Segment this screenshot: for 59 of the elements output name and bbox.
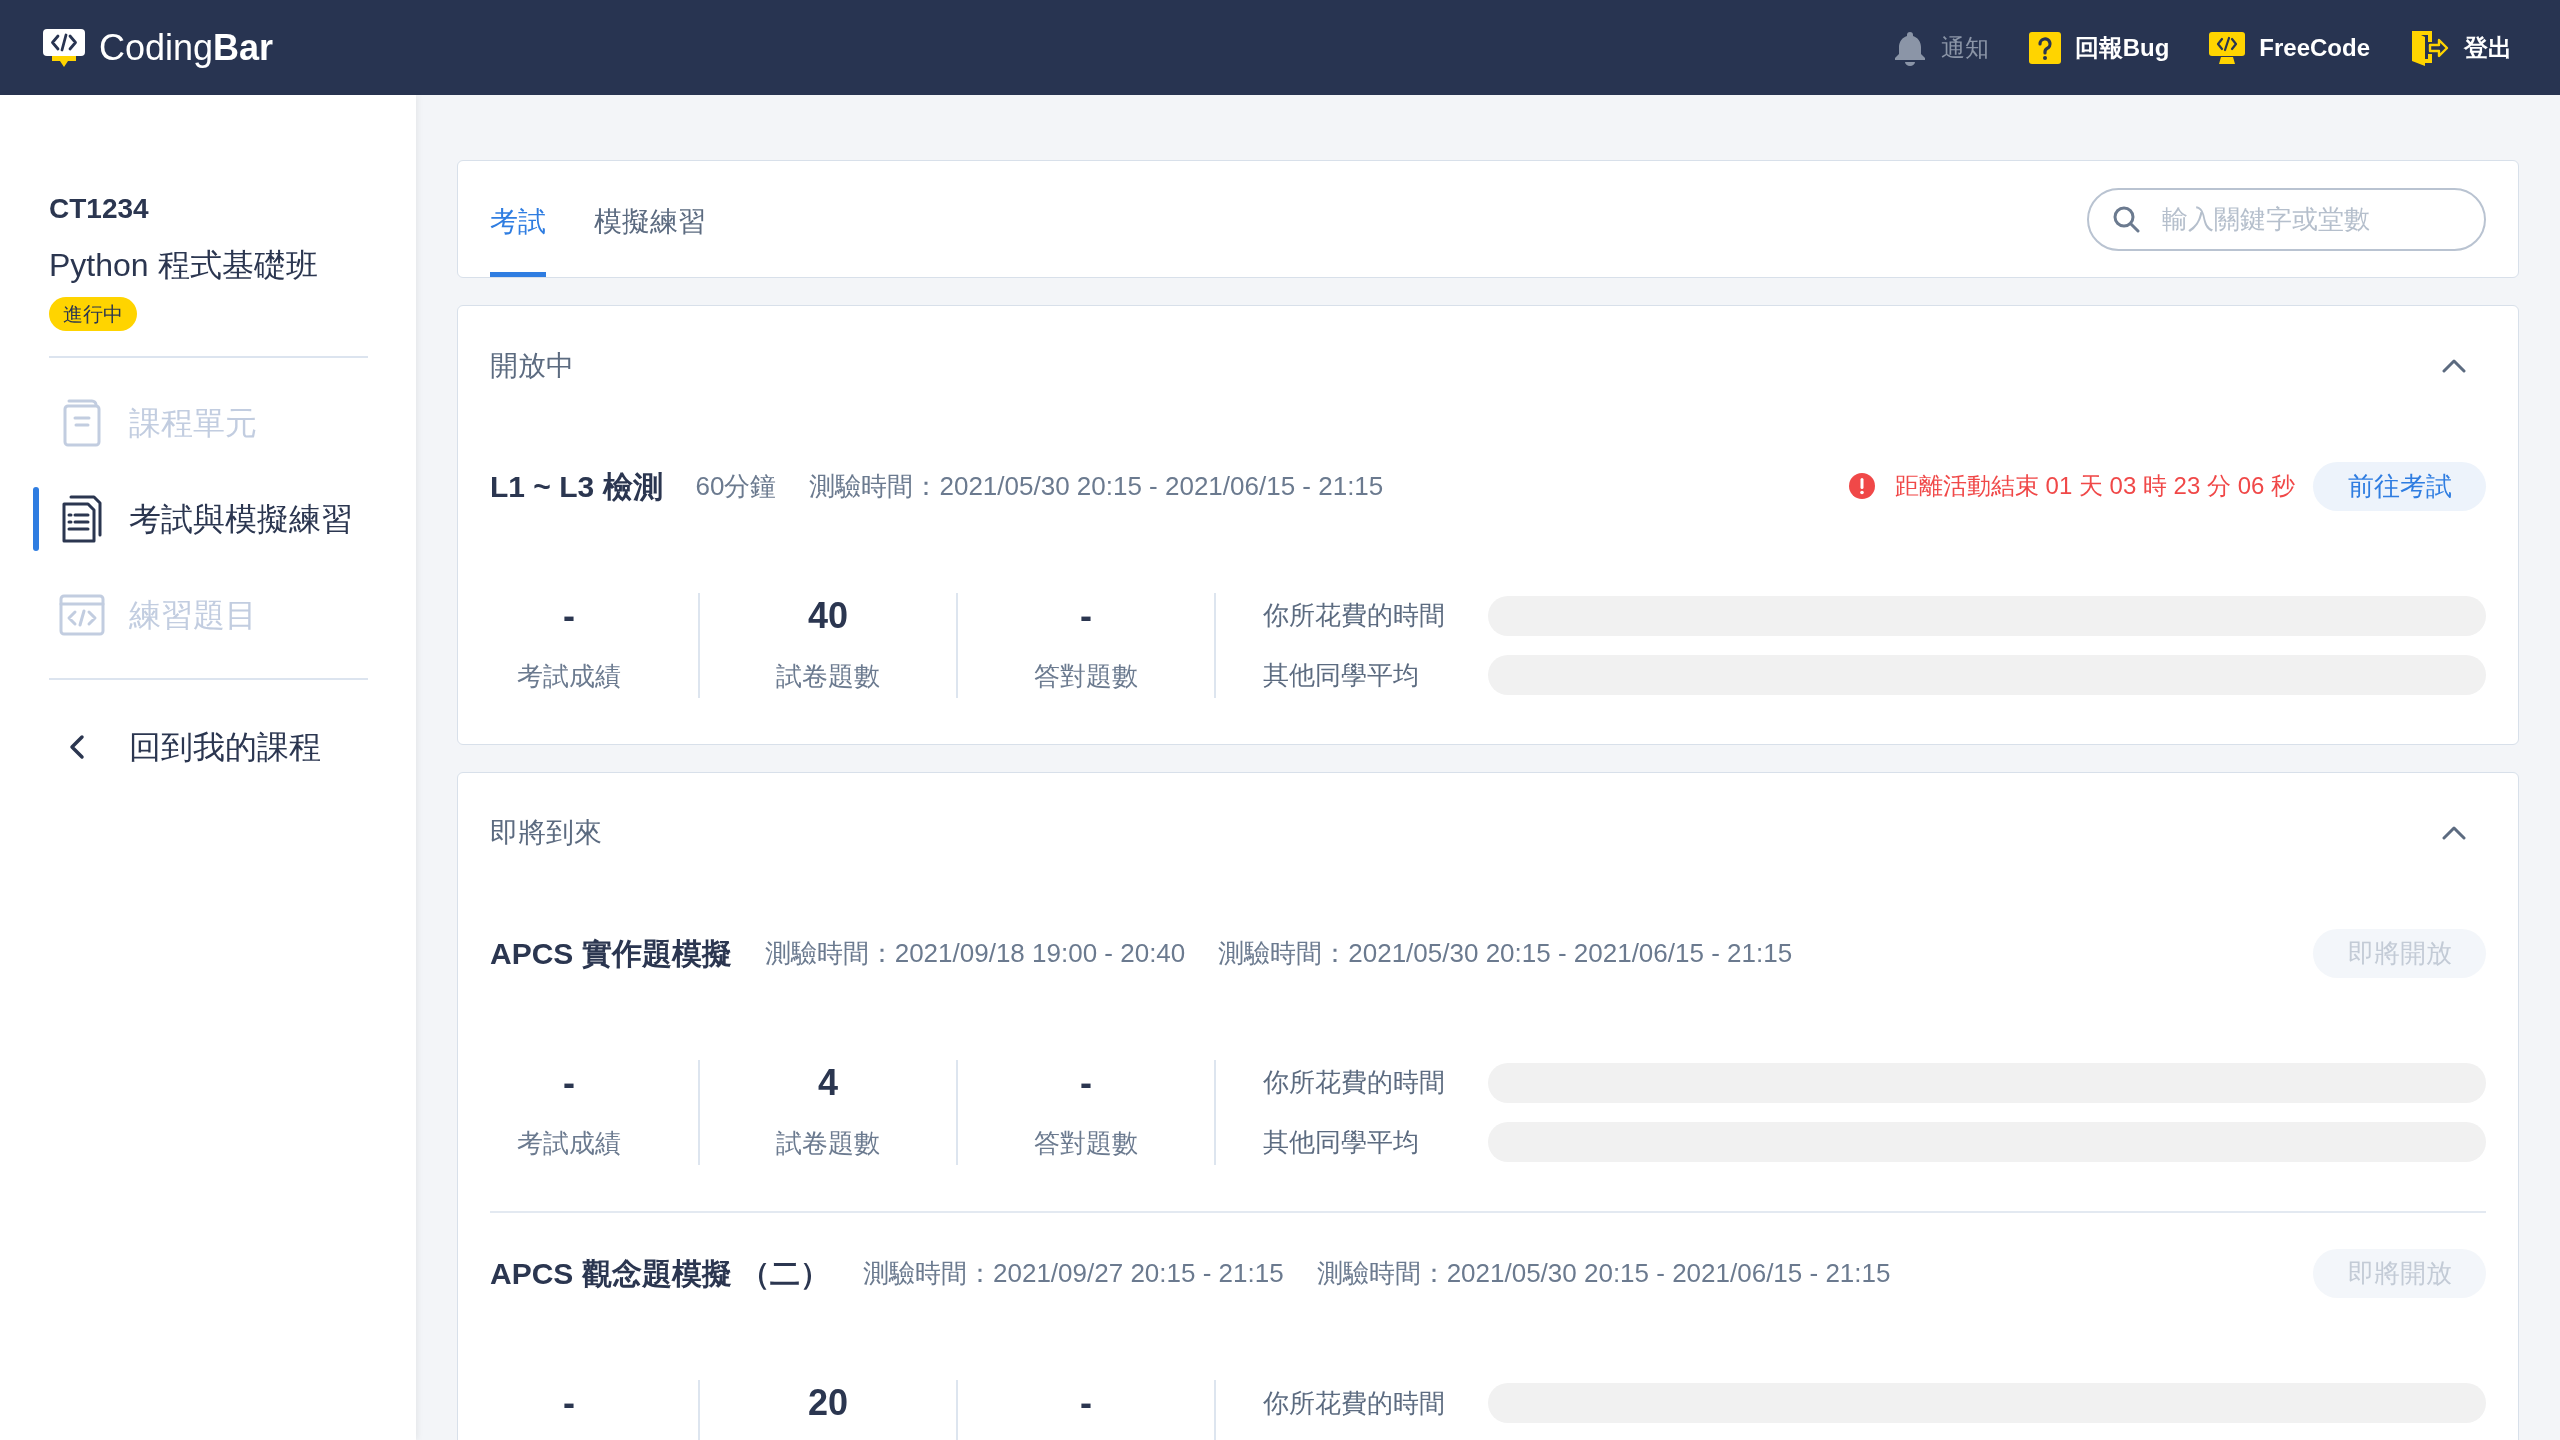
stat-label: 答對題數 <box>1034 660 1138 693</box>
stat-value: 20 <box>807 1381 848 1425</box>
documents-icon <box>61 495 103 543</box>
sidebar-item[interactable]: 考試與模擬練習 <box>33 471 353 567</box>
bar-label: 其他同學平均 <box>1263 658 1419 692</box>
logo-text: CodingBar <box>99 29 274 66</box>
stat-value: 4 <box>818 1061 838 1105</box>
exam-title: APCS 實作題模擬 <box>490 935 732 972</box>
stat-value: - <box>563 1381 575 1425</box>
stat-label: 考試成績 <box>517 660 621 693</box>
alert-icon <box>1848 473 1875 499</box>
chevron-left-icon <box>69 734 85 760</box>
exam-title: APCS 觀念題模擬 （二） <box>490 1255 831 1292</box>
logo-icon <box>42 27 86 68</box>
exam-button[interactable]: 前往考試 <box>2313 461 2486 511</box>
stat-label: 試卷題數 <box>776 660 880 693</box>
report-bug-button[interactable]: 回報Bug <box>2028 29 2170 66</box>
section-title: 即將到來 <box>490 816 602 850</box>
exam-info: 測驗時間：2021/09/27 20:15 - 21:15 <box>863 1256 1284 1290</box>
exam-title: L1 ~ L3 檢測 <box>490 468 663 505</box>
status-badge: 進行中 <box>49 297 137 331</box>
logout-icon <box>2410 28 2450 67</box>
stat-label: 試卷題數 <box>776 1127 880 1160</box>
exam-info: 60分鐘 <box>695 469 777 503</box>
bar-label: 你所花費的時間 <box>1263 599 1445 633</box>
monitor-code-icon <box>2209 31 2246 64</box>
chevron-up-icon[interactable] <box>2442 359 2466 373</box>
stat-value: 40 <box>807 594 848 638</box>
course-code: CT1234 <box>49 192 149 226</box>
exam-info: 測驗時間：2021/05/30 20:15 - 2021/06/15 - 21:15 <box>809 469 1384 503</box>
exam-info: 測驗時間：2021/05/30 20:15 - 2021/06/15 - 21:15 <box>1316 1256 1891 1290</box>
search-field[interactable]: 輸入關鍵字或堂數 <box>2087 187 2486 251</box>
stat-label: 答對題數 <box>1034 1127 1138 1160</box>
countdown-text: 距離活動結束 01 天 03 時 23 分 06 秒 <box>1894 471 2295 501</box>
section-title: 開放中 <box>490 349 574 383</box>
tab[interactable]: 考試 <box>490 161 546 277</box>
course-title: Python 程式基礎班 <box>49 246 318 285</box>
active-indicator <box>33 487 39 551</box>
bell-icon <box>1892 29 1927 66</box>
question-mark-icon <box>2028 31 2061 64</box>
freecode-button[interactable]: FreeCode <box>2209 29 2370 66</box>
stat-value: - <box>563 594 575 638</box>
stat-value: - <box>1080 1381 1092 1425</box>
code-window-icon <box>59 594 105 636</box>
bar-label: 其他同學平均 <box>1263 1125 1419 1159</box>
search-icon <box>2112 204 2140 233</box>
exam-info: 測驗時間：2021/09/18 19:00 - 20:40 <box>764 936 1186 970</box>
chevron-up-icon[interactable] <box>2442 826 2466 840</box>
back-link[interactable]: 回到我的課程 <box>69 699 321 795</box>
stat-value: - <box>1080 594 1092 638</box>
tab[interactable]: 模擬練習 <box>594 161 706 277</box>
stat-value: - <box>1080 1061 1092 1105</box>
logout-button[interactable]: 登出 <box>2410 28 2512 67</box>
bar-label: 你所花費的時間 <box>1263 1066 1445 1100</box>
exam-info: 測驗時間：2021/05/30 20:15 - 2021/06/15 - 21:15 <box>1218 936 1793 970</box>
stat-value: - <box>563 1061 575 1105</box>
bar-label: 你所花費的時間 <box>1263 1386 1445 1420</box>
stat-label: 考試成績 <box>517 1127 621 1160</box>
document-icon <box>62 399 102 447</box>
